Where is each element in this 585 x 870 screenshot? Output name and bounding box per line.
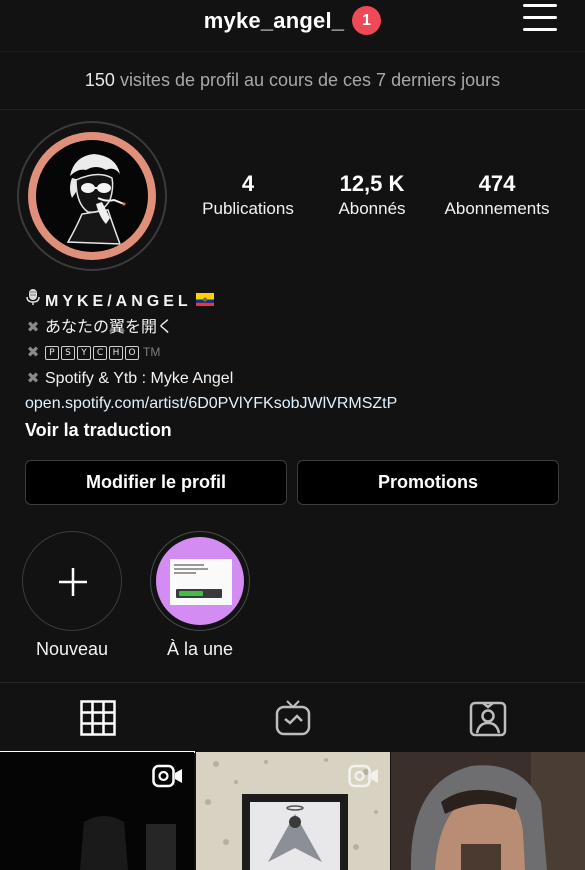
highlight-label: Nouveau: [35, 639, 109, 659]
tab-grid[interactable]: [0, 683, 195, 753]
psycho-boxed-text: P S Y C H O: [45, 345, 139, 360]
ecuador-flag-icon: [195, 289, 214, 315]
bio-line-psycho: ✖ P S Y C H O TM: [25, 340, 565, 366]
bio-line-spotify: ✖ Spotify & Ytb : Myke Angel: [25, 366, 565, 392]
post-thumbnail[interactable]: [196, 752, 390, 870]
boxed-letter: O: [125, 345, 139, 360]
highlight-new[interactable]: Nouveau: [21, 531, 123, 660]
publications-label: Publications: [202, 199, 294, 218]
x-mark-icon: ✖: [26, 344, 40, 361]
boxed-letter: Y: [77, 345, 91, 360]
notification-badge[interactable]: 1: [352, 6, 382, 35]
x-mark-icon: ✖: [26, 369, 40, 387]
username: myke_angel_: [203, 7, 345, 33]
boxed-letter: S: [61, 345, 75, 360]
promotions-button[interactable]: Promotions: [297, 460, 559, 505]
grid-icon: [79, 700, 116, 736]
top-bar: myke_angel_ 1: [0, 0, 585, 52]
stat-followers[interactable]: 12,5 K Abonnés: [322, 170, 422, 220]
avatar[interactable]: [17, 121, 167, 271]
post-thumbnail[interactable]: [391, 752, 585, 870]
stat-following[interactable]: 474 Abonnements: [437, 170, 557, 220]
video-icon: [152, 764, 182, 788]
tagged-icon: [469, 701, 506, 737]
profile-screen: myke_angel_ 1 150 visites de profil au c…: [0, 0, 585, 870]
username-header[interactable]: myke_angel_ 1: [0, 6, 585, 35]
bio: MYKE/ANGEL ✖ あなたの翼を開く ✖ P S Y C H O TM ✖…: [25, 288, 565, 443]
highlight-featured[interactable]: À la une: [149, 531, 251, 660]
x-mark-icon: ✖: [26, 318, 40, 336]
trademark-symbol: TM: [143, 345, 161, 359]
see-translation-link[interactable]: Voir la traduction: [25, 417, 565, 443]
following-count: 474: [478, 171, 516, 196]
igtv-icon: [275, 700, 310, 736]
edit-profile-button[interactable]: Modifier le profil: [25, 460, 287, 505]
boxed-letter: P: [45, 345, 59, 360]
publications-count: 4: [241, 171, 255, 196]
highlight-cover-image: [156, 537, 244, 625]
hamburger-menu-icon[interactable]: [523, 4, 557, 32]
post-thumbnail[interactable]: [0, 752, 194, 870]
avatar-illustration: [36, 140, 148, 252]
microphone-icon: [25, 288, 41, 315]
followers-count: 12,5 K: [339, 171, 405, 196]
profile-tab-bar: [0, 682, 585, 753]
tab-igtv[interactable]: [195, 683, 390, 753]
visits-count: 150: [84, 70, 115, 90]
bio-link[interactable]: open.spotify.com/artist/6D0PVlYFKsobJWlV…: [25, 391, 565, 416]
bio-line-wings: ✖ あなたの翼を開く: [25, 315, 565, 341]
boxed-letter: H: [109, 345, 123, 360]
posts-grid: [0, 752, 585, 870]
new-highlight-circle[interactable]: [22, 531, 122, 631]
bio-text: Spotify & Ytb : Myke Angel: [45, 369, 234, 387]
bio-display-name: MYKE/ANGEL: [45, 292, 192, 310]
boxed-letter: C: [93, 345, 107, 360]
highlight-label: À la une: [166, 639, 234, 659]
stat-publications[interactable]: 4 Publications: [193, 170, 303, 220]
featured-highlight-circle[interactable]: [150, 531, 250, 631]
video-icon: [348, 764, 378, 788]
visits-text: visites de profil au cours de ces 7 dern…: [119, 70, 501, 90]
tab-tagged[interactable]: [390, 683, 585, 753]
plus-icon: [59, 568, 87, 596]
profile-visits-banner[interactable]: 150 visites de profil au cours de ces 7 …: [0, 52, 585, 110]
bio-text: あなたの翼を開く: [45, 318, 174, 336]
bio-name-line: MYKE/ANGEL: [25, 288, 565, 315]
following-label: Abonnements: [444, 199, 550, 218]
followers-label: Abonnés: [338, 199, 406, 218]
